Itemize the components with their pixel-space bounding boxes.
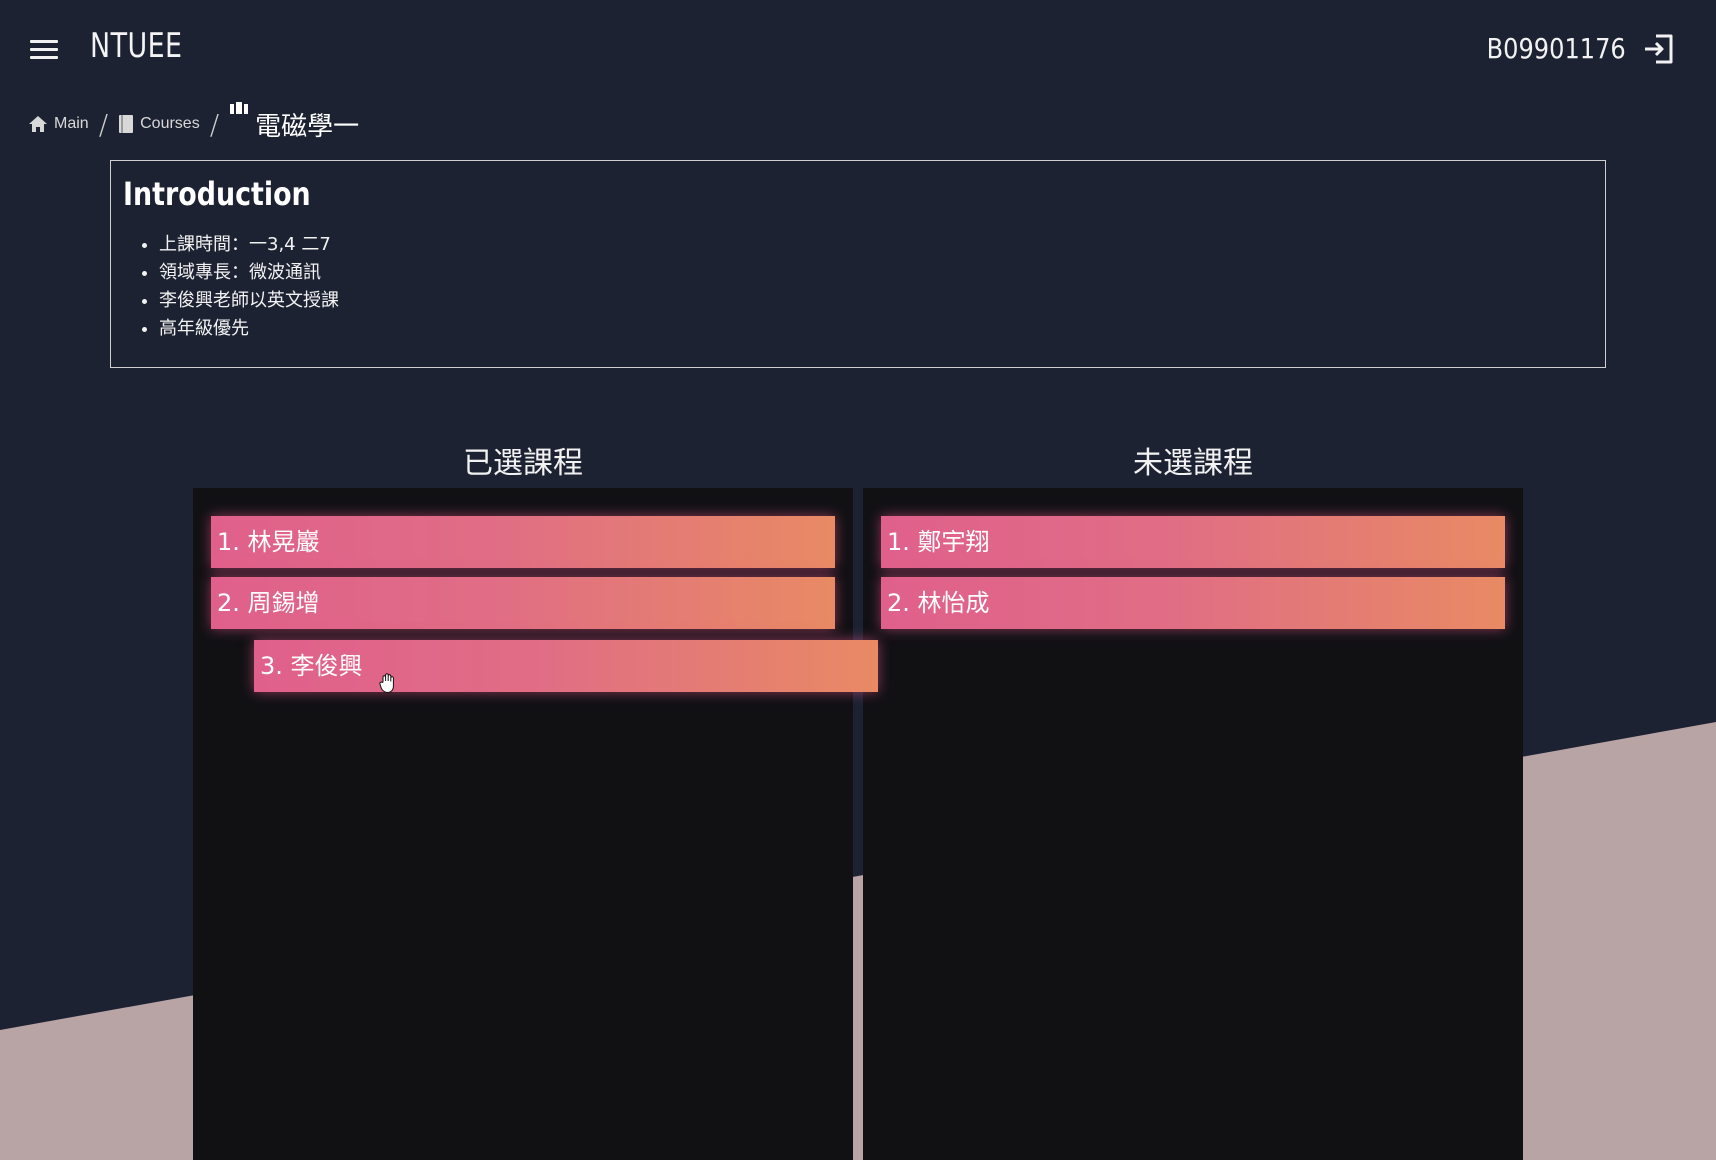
introduction-item: 上課時間：一3,4 二7 [159, 231, 1593, 259]
breadcrumb-courses-label: Courses [140, 115, 200, 132]
breadcrumb-current-label: 電磁學一 [255, 110, 360, 141]
selected-column-title: 已選課程 [463, 446, 583, 481]
breadcrumb: Main / Courses / 電磁學一 [28, 101, 360, 143]
breadcrumb-separator: / [98, 107, 109, 141]
selected-course-item[interactable]: 1. 林晃巖 [211, 516, 835, 568]
unselected-column-title: 未選課程 [1133, 446, 1253, 481]
app-title[interactable]: NTUEE [90, 26, 182, 66]
introduction-card: Introduction 上課時間：一3,4 二7 領域專長：微波通訊 李俊興老… [110, 160, 1606, 368]
introduction-title: Introduction [123, 175, 311, 213]
breadcrumb-separator: / [209, 107, 220, 141]
unselected-course-item[interactable]: 2. 林怡成 [881, 577, 1505, 629]
selected-course-item[interactable]: 2. 周錫增 [211, 577, 835, 629]
book-icon [118, 114, 134, 134]
introduction-list: 上課時間：一3,4 二7 領域專長：微波通訊 李俊興老師以英文授課 高年級優先 [123, 231, 1593, 343]
breadcrumb-courses[interactable]: Courses [118, 114, 200, 134]
hand-cursor-icon [378, 672, 398, 694]
dragging-course-item[interactable]: 3. 李俊興 [254, 640, 878, 692]
home-icon [28, 115, 48, 133]
introduction-item: 領域專長：微波通訊 [159, 259, 1593, 287]
introduction-item: 李俊興老師以英文授課 [159, 287, 1593, 315]
breadcrumb-current: 電磁學一 [229, 101, 360, 143]
logout-icon[interactable] [1642, 32, 1676, 66]
top-header: NTUEE B09901176 [0, 0, 1716, 100]
user-id: B09901176 [1486, 32, 1626, 65]
breadcrumb-main[interactable]: Main [28, 115, 89, 133]
menu-icon[interactable] [28, 36, 62, 62]
introduction-item: 高年級優先 [159, 315, 1593, 343]
course-icon [229, 101, 249, 118]
unselected-course-item[interactable]: 1. 鄭宇翔 [881, 516, 1505, 568]
breadcrumb-main-label: Main [54, 115, 89, 132]
